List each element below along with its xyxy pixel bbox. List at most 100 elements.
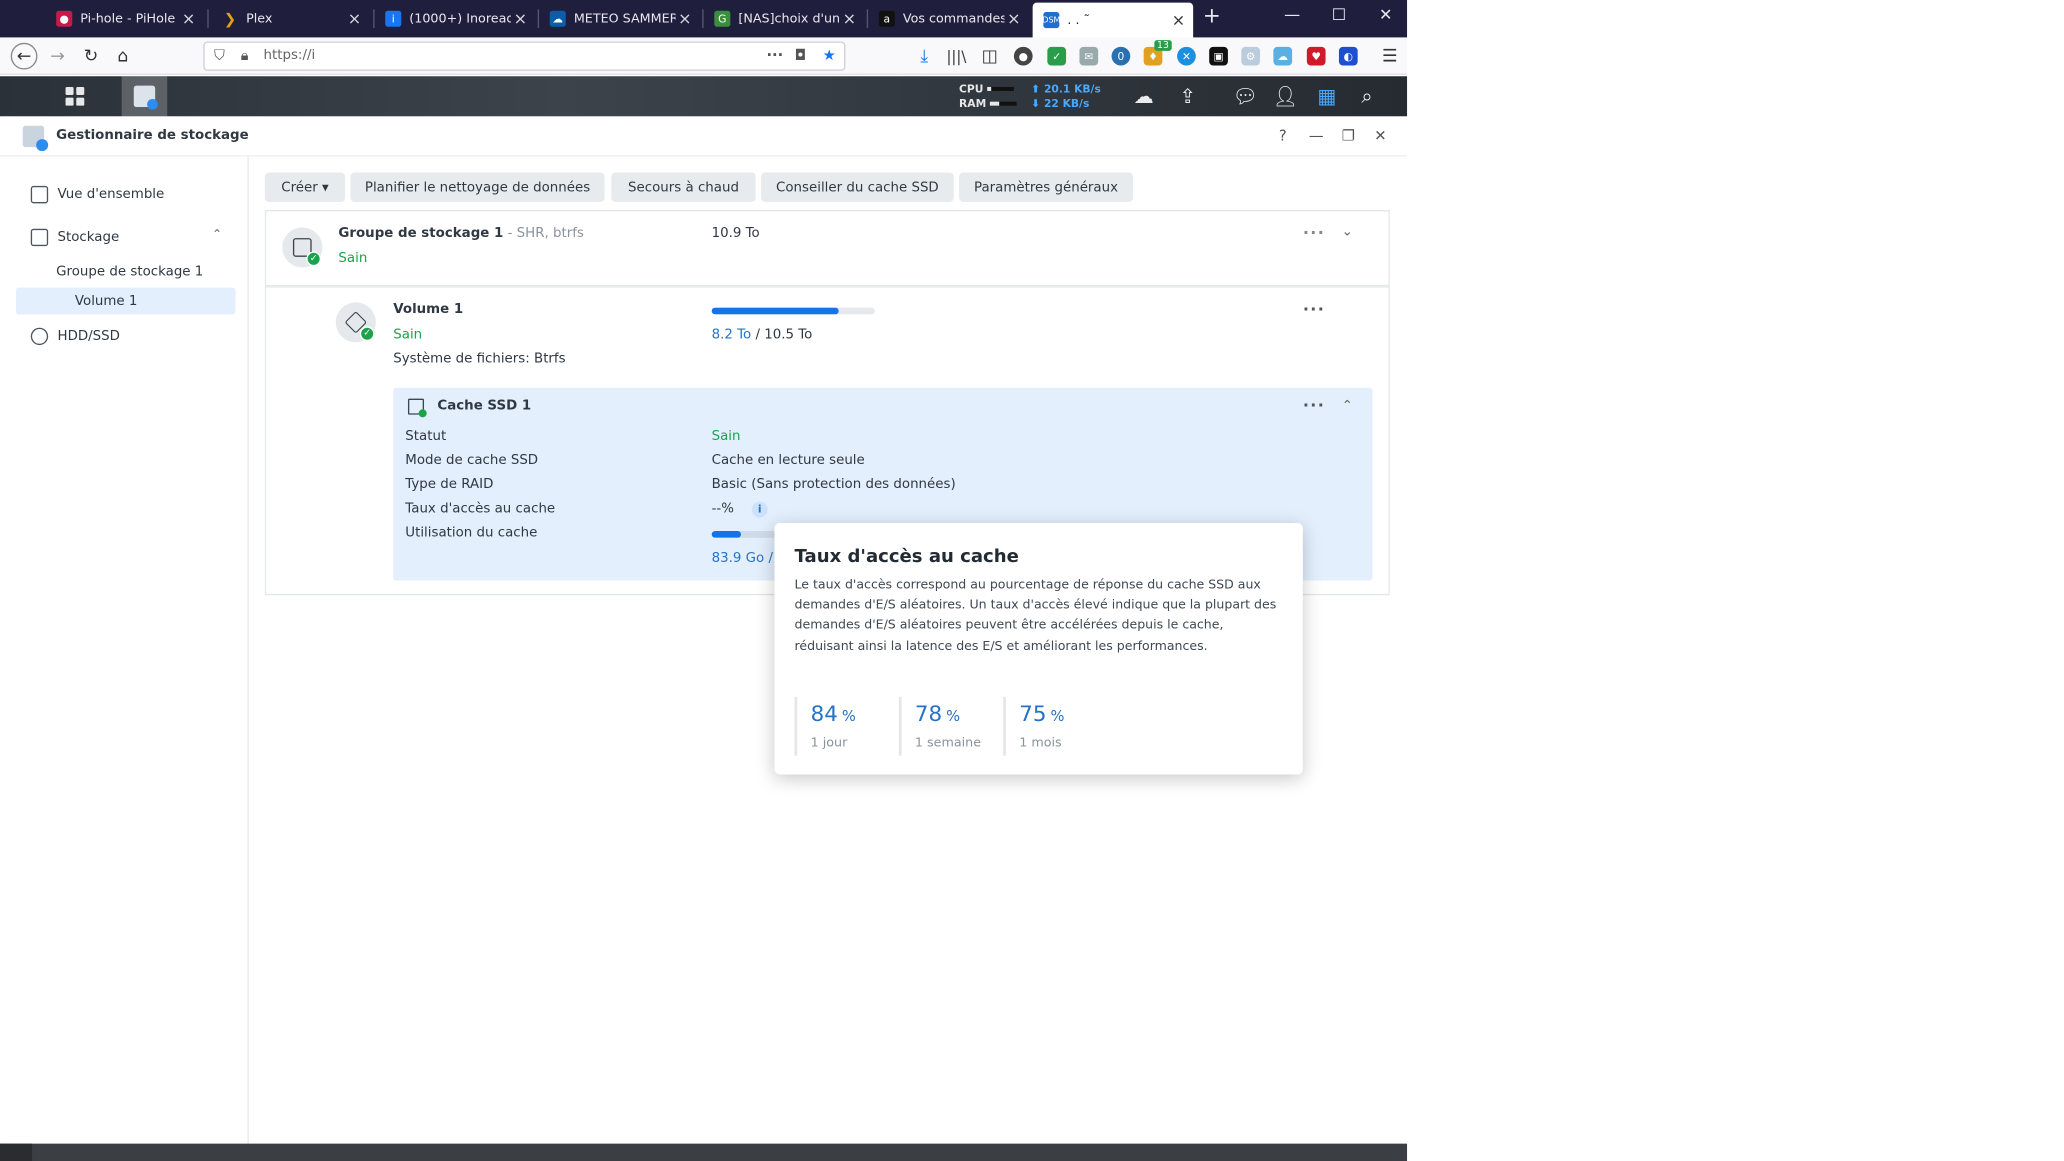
cache-row-value: 83.9 Go / [711,551,773,566]
pool-more-icon[interactable]: ··· [1303,223,1325,242]
info-icon[interactable]: i [751,501,768,518]
close-icon[interactable]: × [511,9,530,28]
pocket-icon[interactable]: ◘ [795,47,807,64]
close-icon[interactable]: × [345,9,364,28]
hot-spare-button[interactable]: Secours à chaud [611,172,756,202]
sidebar-item-hdd[interactable]: HDD/SSD [16,322,235,349]
restore-button[interactable]: ❐ [1339,127,1358,146]
back-icon[interactable]: ← [10,42,38,70]
tab-dsm[interactable]: DSM . . ˜ × [1032,2,1194,38]
volume-total: / 10.5 To [751,327,813,343]
adblock-shield-icon[interactable]: ✓ [1047,46,1067,66]
hit-rate-popover: Taux d'accès au cache Le taux d'accès co… [774,523,1303,775]
close-icon[interactable]: × [179,9,198,28]
ram-meter [990,101,1017,106]
schedule-scrub-button[interactable]: Planifier le nettoyage de données [350,172,605,202]
create-button[interactable]: Créer ▾ [264,172,346,202]
cache-row-value: --% [711,501,734,517]
shield-icon[interactable]: ⛉ [214,47,225,66]
upload-icon[interactable]: ⇪ [1174,83,1201,110]
sidebar-item-storage[interactable]: Stockage ⌃ [16,223,235,250]
window-close-button[interactable]: ✕ [1372,5,1399,24]
extension-icon[interactable]: ⚙ [1241,46,1261,66]
main-menu-button[interactable] [54,76,97,116]
cloud-sync-icon[interactable]: ☁ [1130,83,1157,110]
new-tab-button[interactable]: + [1198,3,1225,28]
user-icon[interactable]: 👤︎ [1272,83,1299,110]
tab-plex[interactable]: ❯ Plex × [211,3,369,35]
tab-nas-choice[interactable]: G [NAS]choix d'un N × [704,3,865,35]
raspberry-icon: ● [56,10,73,27]
minimize-button[interactable]: — [1307,127,1326,146]
cache-more-icon[interactable]: ··· [1303,396,1325,415]
extension-icon[interactable]: ✕ [1177,46,1196,66]
window-minimize-button[interactable]: — [1279,5,1306,24]
home-icon[interactable]: ⌂ [110,43,137,70]
search-icon[interactable]: ⌕ [1354,83,1381,110]
cache-row-label: Utilisation du cache [405,525,538,541]
chevron-down-icon[interactable]: ⌄ [1342,225,1353,240]
window-titlebar: Gestionnaire de stockage ? — ❐ ✕ [0,116,1408,157]
close-icon[interactable]: × [840,9,859,28]
chevron-up-icon[interactable]: ⌃ [212,229,222,242]
window-maximize-button[interactable]: ☐ [1326,5,1353,24]
bitwarden-icon[interactable]: ◐ [1338,46,1358,66]
notification-icon[interactable]: 💬︎ [1232,83,1259,110]
close-icon[interactable]: × [1005,9,1024,28]
sidebar-item-volume[interactable]: Volume 1 [16,287,236,315]
url-text[interactable]: https://i [264,48,316,63]
cloud-icon[interactable]: ☁ [1273,46,1293,66]
grid-icon [65,86,85,106]
cache-usage-bar [711,531,779,538]
storage-icon [30,228,49,246]
sidebar-icon[interactable]: ◫ [976,43,1003,70]
window-title: Gestionnaire de stockage [56,128,249,144]
reload-icon[interactable]: ↻ [78,43,105,70]
healthy-check-icon: ✓ [306,251,322,267]
widgets-icon[interactable]: ▦ [1314,83,1341,110]
overview-icon [30,185,49,203]
url-bar[interactable]: ⛉ 🔒︎ https://i ··· ◘ ★ [203,41,846,71]
resource-monitor[interactable]: CPU RAM [959,82,1017,111]
popover-body: Le taux d'accès correspond au pourcentag… [794,577,1277,654]
sidebar-item-pool[interactable]: Groupe de stockage 1 [16,258,235,285]
cache-row-value: Sain [711,429,741,445]
forward-icon[interactable]: → [44,43,71,70]
pool-size: 10.9 To [711,226,760,241]
storage-pool-card[interactable] [264,210,1390,287]
extension-icon[interactable]: ▣ [1209,46,1228,66]
ssd-advisor-button[interactable]: Conseiller du cache SSD [761,172,954,202]
network-rate[interactable]: ⬆ 20.1 KB/s ⬇ 22 KB/s [1031,82,1101,111]
tab-pihole[interactable]: ● Pi-hole - PiHole × [45,3,203,35]
extension-icon[interactable]: ● [1013,46,1033,66]
close-icon[interactable]: × [675,9,694,28]
global-settings-button[interactable]: Paramètres généraux [959,172,1133,202]
download-icon[interactable]: ⤓ [911,43,938,70]
sidebar-item-overview[interactable]: Vue d'ensemble [16,181,235,208]
tab-amazon[interactable]: a Vos commandes × [868,3,1029,35]
storage-manager-icon [133,85,158,110]
close-icon[interactable]: × [1169,11,1188,30]
healthy-check-icon: ✓ [359,326,375,342]
help-button[interactable]: ? [1273,127,1292,146]
browser-nav-bar: ← → ↻ ⌂ ⛉ 🔒︎ https://i ··· ◘ ★ ⤓ |||\ ◫ … [0,37,1408,75]
library-icon[interactable]: |||\ [943,43,970,70]
extension-icon[interactable]: 0 [1111,46,1131,66]
mail-icon[interactable]: ✉ [1079,46,1099,66]
tab-meteo[interactable]: ☁ METEO SAMMERO × [539,3,700,35]
bookmark-star-icon[interactable]: ★ [823,47,836,64]
extension-badge: 13 [1154,40,1172,51]
volume-name: Volume 1 [393,302,464,318]
ublock-icon[interactable]: ♥ [1306,46,1326,66]
more-icon[interactable]: ··· [766,47,783,64]
close-button[interactable]: ✕ [1371,127,1390,146]
volume-more-icon[interactable]: ··· [1303,300,1325,319]
os-taskbar: ... [0,1143,1408,1161]
chevron-up-icon[interactable]: ⌃ [1342,399,1353,414]
taskbar-button[interactable]: ... [0,1143,33,1161]
tab-inoreader[interactable]: i (1000+) Inoreader × [375,3,536,35]
cache-row-label: Statut [405,429,447,445]
pool-detail: - SHR, btrfs [503,226,584,241]
menu-icon[interactable]: ☰ [1376,43,1403,70]
taskbar-storage-manager[interactable] [121,76,168,117]
